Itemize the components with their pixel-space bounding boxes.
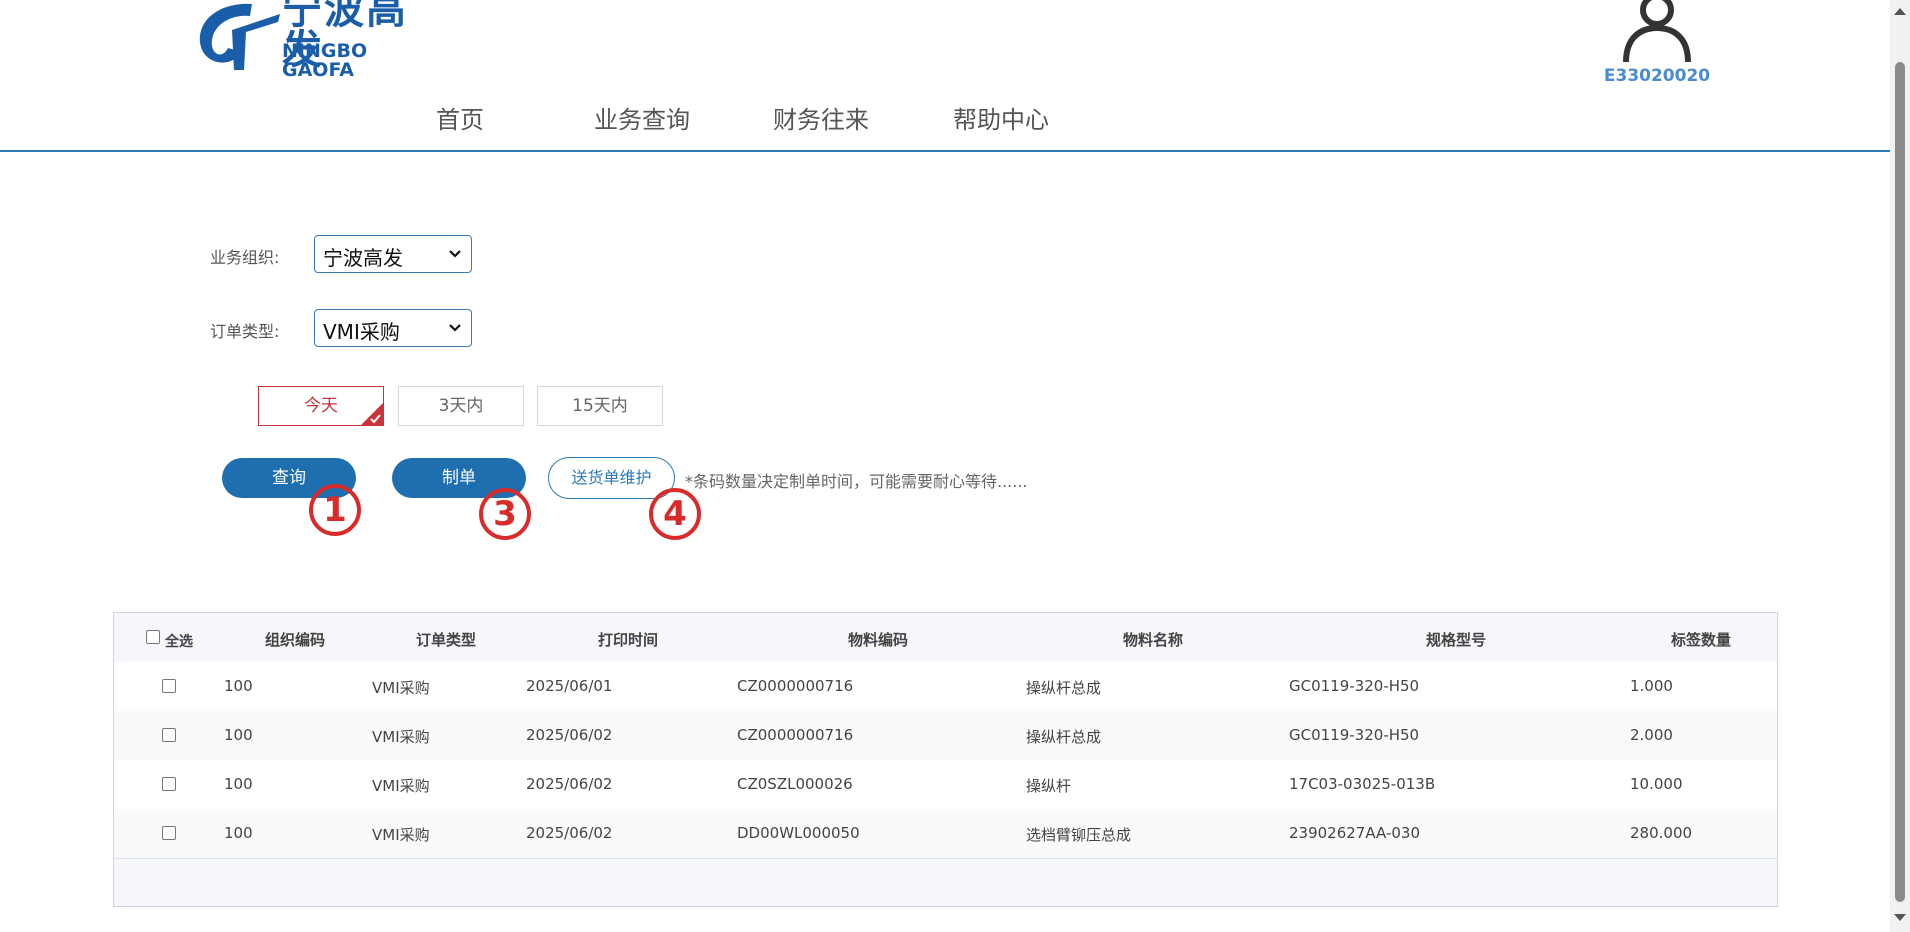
cell-label-qty: 2.000 <box>1630 726 1673 744</box>
cell-material-code: CZ0SZL000026 <box>737 775 853 793</box>
cell-spec-model: GC0119-320-H50 <box>1289 726 1420 744</box>
table-row[interactable]: 100 VMI采购 2025/06/02 CZ0SZL000026 操纵杆 17… <box>114 760 1777 810</box>
col-print-time: 打印时间 <box>598 631 659 649</box>
barcode-table: 全选 组织编码 订单类型 打印时间 物料编码 物料名称 规格型号 标签数量 10… <box>113 612 1778 907</box>
cell-material-code: CZ0000000716 <box>737 726 854 744</box>
select-all-label: 全选 <box>165 634 193 650</box>
cell-order-type: VMI采购 <box>372 777 430 795</box>
col-org-code: 组织编码 <box>265 631 326 649</box>
nav-business-query[interactable]: 业务查询 <box>594 100 690 135</box>
annotation-marker-4: 4 <box>648 487 702 541</box>
table-header: 全选 组织编码 订单类型 打印时间 物料编码 物料名称 规格型号 标签数量 <box>114 613 1777 663</box>
cell-order-type: VMI采购 <box>372 728 430 746</box>
range-3days-button[interactable]: 3天内 <box>398 386 524 426</box>
nav-home[interactable]: 首页 <box>436 100 484 135</box>
org-label: 业务组织: <box>210 248 280 267</box>
cell-material-code: DD00WL000050 <box>737 824 860 842</box>
col-label-qty: 标签数量 <box>1671 631 1732 649</box>
company-logo[interactable]: 宁波高发 NINGBO GAOFA <box>192 0 422 80</box>
user-avatar-icon <box>1623 0 1691 63</box>
cell-material-name: 操纵杆总成 <box>1026 728 1102 746</box>
cell-material-name: 选档臂铆压总成 <box>1026 826 1132 844</box>
cell-spec-model: 17C03-03025-013B <box>1289 775 1436 793</box>
hint-text: *条码数量决定制单时间，可能需要耐心等待...... <box>685 472 1028 491</box>
annotation-marker-1: 1 <box>308 483 362 537</box>
select-all-checkbox[interactable] <box>146 630 160 644</box>
order-type-select-value: VMI采购 <box>323 320 400 344</box>
page-scrollbar[interactable] <box>1890 0 1910 932</box>
selected-check-icon <box>360 402 384 426</box>
org-select[interactable]: 宁波高发 <box>314 235 472 273</box>
org-select-value: 宁波高发 <box>323 246 403 270</box>
gaofa-logo-icon <box>199 3 280 70</box>
range-3days-label: 3天内 <box>438 396 484 416</box>
order-type-select[interactable]: VMI采购 <box>314 309 472 347</box>
cell-label-qty: 1.000 <box>1630 677 1673 695</box>
cell-org-code: 100 <box>224 726 253 744</box>
cell-print-time: 2025/06/02 <box>526 775 613 793</box>
annotation-marker-3: 3 <box>478 487 532 541</box>
cell-spec-model: 23902627AA-030 <box>1289 824 1421 842</box>
cell-label-qty: 10.000 <box>1630 775 1683 793</box>
scroll-down-arrow-icon[interactable] <box>1894 914 1906 921</box>
row-checkbox[interactable] <box>162 826 176 840</box>
row-checkbox[interactable] <box>162 777 176 791</box>
cell-material-name: 操纵杆总成 <box>1026 679 1102 697</box>
cell-print-time: 2025/06/02 <box>526 824 613 842</box>
user-menu[interactable]: E33020020 <box>1572 0 1742 90</box>
range-today-button[interactable]: 今天 <box>258 386 384 426</box>
cell-print-time: 2025/06/02 <box>526 726 613 744</box>
col-spec-model: 规格型号 <box>1426 631 1487 649</box>
cell-spec-model: GC0119-320-H50 <box>1289 677 1420 695</box>
col-material-code: 物料编码 <box>848 631 909 649</box>
cell-print-time: 2025/06/01 <box>526 677 613 695</box>
cell-org-code: 100 <box>224 824 253 842</box>
cell-order-type: VMI采购 <box>372 679 430 697</box>
table-row[interactable]: 100 VMI采购 2025/06/02 CZ0000000716 操纵杆总成 … <box>114 711 1777 761</box>
nav-finance[interactable]: 财务往来 <box>773 100 869 135</box>
cell-org-code: 100 <box>224 677 253 695</box>
col-order-type: 订单类型 <box>416 631 477 649</box>
order-type-label: 订单类型: <box>210 322 280 341</box>
row-checkbox[interactable] <box>162 728 176 742</box>
scroll-up-arrow-icon[interactable] <box>1894 8 1906 15</box>
cell-order-type: VMI采购 <box>372 826 430 844</box>
range-15days-button[interactable]: 15天内 <box>537 386 663 426</box>
nav-help-center[interactable]: 帮助中心 <box>953 100 1049 135</box>
chevron-down-icon <box>449 250 461 258</box>
user-code: E33020020 <box>1603 66 1711 86</box>
col-material-name: 物料名称 <box>1123 631 1184 649</box>
cell-material-name: 操纵杆 <box>1026 777 1072 795</box>
range-15days-label: 15天内 <box>572 396 628 416</box>
chevron-down-icon <box>449 324 461 332</box>
range-today-label: 今天 <box>304 396 338 416</box>
table-row[interactable]: 100 VMI采购 2025/06/02 DD00WL000050 选档臂铆压总… <box>114 809 1777 859</box>
cell-label-qty: 280.000 <box>1630 824 1693 842</box>
cell-material-code: CZ0000000716 <box>737 677 854 695</box>
row-checkbox[interactable] <box>162 679 176 693</box>
cell-org-code: 100 <box>224 775 253 793</box>
scrollbar-thumb[interactable] <box>1895 62 1905 902</box>
table-row[interactable]: 100 VMI采购 2025/06/01 CZ0000000716 操纵杆总成 … <box>114 662 1777 712</box>
top-header: 宁波高发 NINGBO GAOFA 首页 业务查询 财务往来 帮助中心 E330… <box>0 0 1890 152</box>
brand-name-en: NINGBO GAOFA <box>282 40 368 81</box>
